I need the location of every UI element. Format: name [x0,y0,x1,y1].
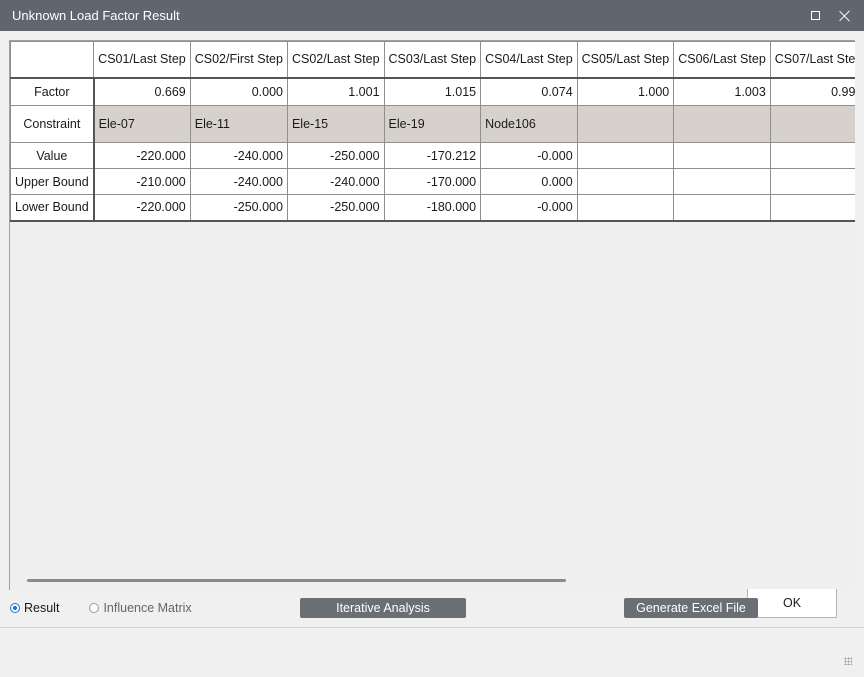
grid-cell[interactable] [576,168,675,195]
grid-cell[interactable]: -240.000 [189,142,288,169]
table-row: Constraint Ele-07 Ele-11 Ele-15 Ele-19 Node10… [10,105,855,143]
generate-excel-button[interactable]: Generate Excel File [624,598,758,618]
column-header[interactable]: CS02/Last Step [286,41,385,79]
table-row: Value -220.000 -240.000 -250.000 -170.212 -0.… [10,142,855,169]
grid-cell[interactable]: -170.212 [383,142,482,169]
radio-influence-label: Influence Matrix [103,601,192,615]
row-header: Upper Bound [10,168,95,195]
table-row: Upper Bound -210.000 -240.000 -240.000 -170.… [10,168,855,195]
grid-cell[interactable]: -170.000 [383,168,482,195]
grid-cell[interactable]: -180.000 [383,194,482,222]
grid-cell[interactable]: -210.000 [93,168,191,195]
radio-selected-icon [10,603,20,613]
grid-cell[interactable] [673,142,771,169]
column-header[interactable]: CS07/Last Step [769,41,855,79]
ok-button[interactable]: OK [747,589,837,618]
result-grid-area[interactable]: CS01/Last Step CS02/First Step CS02/Last S… [9,40,855,590]
resize-grip-icon[interactable] [844,657,852,665]
grid-cell[interactable]: Ele-11 [189,105,288,143]
grid-cell[interactable]: 0.000 [189,77,288,106]
grid-cell[interactable]: 0.074 [480,77,578,106]
maximize-button[interactable] [800,0,830,31]
radio-result[interactable]: Result [10,601,59,615]
dialog-window: Unknown Load Factor Result CS01/Last Ste… [0,0,864,677]
grid-cell[interactable]: Ele-07 [93,105,191,143]
table-row: Lower Bound -220.000 -250.000 -250.000 -180.… [10,194,855,222]
grid-header-row: CS01/Last Step CS02/First Step CS02/Last S… [10,41,855,79]
grid-cell[interactable]: 0.995 [769,77,855,106]
grid-cell[interactable]: 1.001 [286,77,385,106]
grid-cell[interactable] [673,105,771,143]
grid-cell[interactable]: Ele-15 [286,105,385,143]
title-bar[interactable]: Unknown Load Factor Result [0,0,864,31]
row-header: Value [10,142,95,169]
window-title: Unknown Load Factor Result [12,8,180,23]
grid-cell[interactable] [769,105,855,143]
grid-cell[interactable]: -250.000 [189,194,288,222]
grid-cell[interactable]: 0.000 [480,168,578,195]
radio-unselected-icon [89,603,100,613]
grid-cell[interactable]: 1.015 [383,77,482,106]
row-header: Factor [10,77,95,106]
grid-cell[interactable] [576,142,675,169]
column-header[interactable]: CS02/First Step [189,41,288,79]
grid-cell[interactable]: -220.000 [93,194,191,222]
grid-cell[interactable]: 0.669 [93,77,191,106]
grid-cell[interactable] [576,105,675,143]
grid-cell[interactable]: -220.000 [93,142,191,169]
grid-cell[interactable] [673,194,771,222]
grid-cell[interactable]: 1.003 [673,77,771,106]
column-header[interactable]: CS05/Last Step [576,41,675,79]
row-header: Lower Bound [10,194,95,222]
grid-cell[interactable]: -0.000 [480,142,578,169]
grid-cell[interactable]: -250.000 [286,194,385,222]
table-row: Factor 0.669 0.000 1.001 1.015 0.074 1.000 1.00… [10,77,855,106]
grid-cell[interactable]: -240.000 [286,168,385,195]
column-header[interactable]: CS03/Last Step [383,41,482,79]
grid-cell[interactable] [576,194,675,222]
view-mode-radio-group: Result Influence Matrix [10,601,192,615]
grid-cell[interactable]: -250.000 [286,142,385,169]
iterative-analysis-button[interactable]: Iterative Analysis [300,598,466,618]
close-button[interactable] [830,0,860,31]
result-grid[interactable]: CS01/Last Step CS02/First Step CS02/Last S… [10,41,855,222]
grid-cell[interactable]: Node106 [480,105,578,143]
radio-influence-matrix[interactable]: Influence Matrix [89,601,192,615]
grid-cell[interactable] [673,168,771,195]
grid-cell[interactable] [769,168,855,195]
maximize-icon [810,11,820,20]
close-icon [839,10,851,22]
column-header[interactable]: CS04/Last Step [480,41,578,79]
radio-result-label: Result [24,601,60,615]
grid-cell[interactable]: 1.000 [576,77,675,106]
column-header[interactable]: CS06/Last Step [673,41,771,79]
grid-cell[interactable]: -0.000 [480,194,578,222]
horizontal-scrollbar[interactable] [27,579,566,582]
grid-cell[interactable] [769,194,855,222]
footer-divider [0,627,864,628]
grid-corner-cell [10,41,95,79]
column-header[interactable]: CS01/Last Step [93,41,191,79]
grid-cell[interactable] [769,142,855,169]
grid-cell[interactable]: -240.000 [189,168,288,195]
row-header: Constraint [10,105,95,143]
grid-cell[interactable]: Ele-19 [383,105,482,143]
